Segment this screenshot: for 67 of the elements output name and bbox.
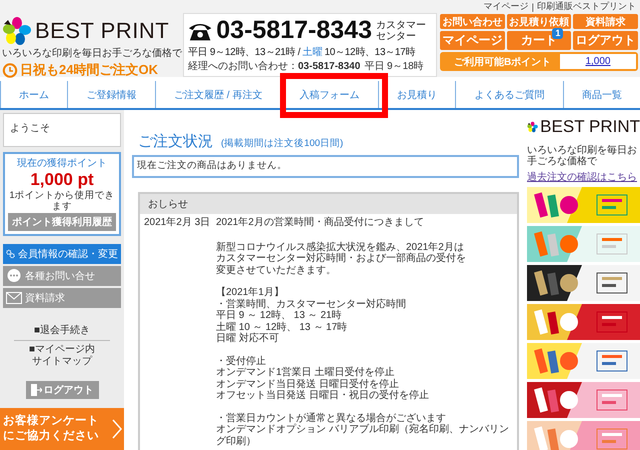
sidebar-link[interactable]: ■退会手続き — [25, 325, 99, 337]
sidebar-menu-item[interactable]: 各種お問い合せ — [3, 266, 121, 286]
chevron-icon — [112, 419, 122, 439]
notice-line: オンデマンド1営業日 土曜日受付を停止 — [216, 367, 396, 378]
header-button[interactable]: お問い合わせ — [440, 14, 505, 29]
notice-line: ・営業時間、カスタマーセンター対応時間 — [216, 298, 407, 310]
notice-line: オンデマンド当日発送 日曜日受付を停止 — [216, 378, 400, 390]
logout-button[interactable]: ログアウト — [26, 381, 98, 399]
header-button[interactable]: マイページ — [440, 31, 505, 50]
mail-icon — [6, 292, 22, 304]
notice-date: 2021年2月 3日 — [144, 217, 212, 229]
hours-text: 平日 9～12時、13～21時 / 土曜 10～12時、13～17時 — [188, 46, 416, 59]
welcome-text: ようこそ — [3, 113, 121, 147]
sidebar-link[interactable]: ■マイページ内サイトマップ — [25, 344, 99, 368]
cart-count-badge: 1 — [552, 28, 564, 39]
notice-line: オフセット当日発送 日曜日・祝日の受付を停止 — [216, 390, 430, 402]
notice-line: 【2021年1月】 — [216, 287, 285, 298]
points-label: ご利用可能Bポイント — [453, 56, 552, 68]
points-link[interactable]: 1,000 — [585, 56, 610, 67]
header-button[interactable]: ログアウト — [573, 31, 638, 50]
notice-line: カスタマーセンター対応時間・および一部商品の受付を — [216, 253, 467, 264]
open-hours-text: 日祝も24時間ご注文OK — [20, 61, 158, 79]
top-link[interactable]: 印刷通販ベストプリント — [537, 0, 636, 13]
header-button[interactable]: 資料請求 — [573, 14, 638, 29]
logo-tagline: いろいろな印刷を毎日お手ごろな価格で — [527, 145, 638, 167]
notice-line: 日曜 対応不可 — [216, 332, 280, 344]
accounting-contact: 経理へのお問い合わせ：03-5817-8340 — [188, 60, 360, 73]
nav-tab[interactable]: 入稿フォーム — [281, 81, 378, 108]
nav-tab[interactable]: 商品一覧 — [564, 81, 640, 108]
notice-line: ・受付停止 — [216, 356, 267, 368]
section-title: ご注文状況 — [138, 132, 213, 151]
logo-text: BEST PRINT — [540, 117, 640, 137]
points-title: 現在の獲得ポイント — [17, 157, 107, 170]
nav-tab[interactable]: ご登録情報 — [68, 81, 155, 108]
survey-banner[interactable]: お客様アンケートにご協力ください — [0, 408, 124, 450]
flower-logo-icon — [2, 16, 32, 46]
notice-line: オンデマンドオプション バリアブル印刷（宛名印刷、ナンバリング印刷） — [216, 424, 510, 447]
top-link[interactable]: マイページ — [484, 0, 529, 13]
section-subtitle: (掲載期間は注文後100日間) — [221, 137, 344, 150]
notice-line: 土曜 10 ～ 12時、 13 ～ 17時 — [216, 322, 348, 333]
nav-tab[interactable]: ご注文履歴 / 再注文 — [156, 81, 280, 108]
clock-icon — [2, 62, 18, 78]
phone-number: 03-5817-8343 — [216, 16, 372, 45]
nav-tab[interactable]: ホーム — [1, 81, 68, 108]
phone-label: カスタマーセンター — [376, 20, 427, 42]
notice-title: 2021年2月の営業時間・商品受付につきまして — [216, 217, 425, 229]
logo-tagline: いろいろな印刷を毎日お手ごろな価格で — [2, 46, 180, 60]
separator: | — [532, 2, 534, 12]
notice-header: おしらせ — [140, 194, 517, 214]
header-button[interactable]: お見積り依頼 — [506, 14, 572, 29]
accounting-hours: 平日 9～18時 — [364, 60, 424, 73]
nav-tab[interactable]: よくあるご質問 — [456, 81, 563, 108]
sidebar-menu-item[interactable]: 資料請求 — [3, 288, 121, 308]
logout-icon — [30, 384, 42, 396]
sidebar-menu-item[interactable]: 会員情報の確認・変更 — [3, 244, 121, 264]
order-status-message: 現在ご注文の商品はありません。 — [132, 155, 519, 178]
chat-icon — [6, 268, 22, 284]
notice-line: ・営業日カウントが通常と異なる場合がございます — [216, 412, 447, 424]
points-value: 1,000 pt — [30, 170, 94, 190]
notice-line: 新型コロナウイルス感染拡大状況を鑑み、2021年2月は — [216, 242, 465, 253]
logo-text: BEST PRINT — [35, 18, 170, 44]
nav-tab[interactable]: お見積り — [378, 81, 456, 108]
points-note: 1ポイントから使用できます — [8, 190, 116, 212]
past-orders-link[interactable]: 過去注文の確認はこちら — [527, 170, 640, 184]
points-history-button[interactable]: ポイント獲得利用履歴 — [8, 213, 116, 231]
notice-line: 平日 9 ～ 12時、 13 ～ 21時 — [216, 310, 343, 322]
notice-line: 変更させていただきます。 — [216, 264, 337, 276]
